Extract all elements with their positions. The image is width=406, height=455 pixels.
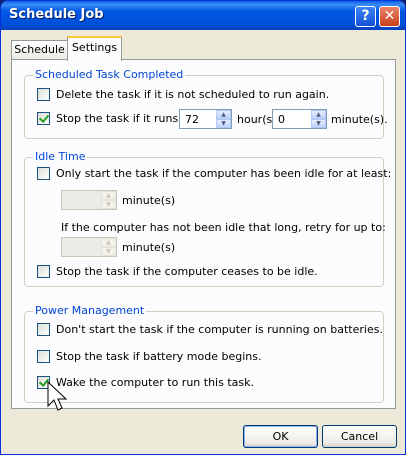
window-title: Schedule Job xyxy=(9,7,104,22)
idle-minutes-spin[interactable]: ▲ ▼ xyxy=(101,191,116,209)
delete-task-checkbox[interactable] xyxy=(37,88,50,101)
wake-computer-option[interactable]: Wake the computer to run this task. xyxy=(37,376,254,389)
minutes-unit-label: minute(s). xyxy=(331,113,388,126)
spin-up-icon[interactable]: ▲ xyxy=(311,110,326,119)
group-legend: Idle Time xyxy=(33,150,88,163)
hours-unit-label: hour(s) xyxy=(237,113,277,126)
spin-up-icon[interactable]: ▲ xyxy=(216,110,231,119)
wake-computer-label: Wake the computer to run this task. xyxy=(56,376,254,389)
stop-task-checkbox[interactable] xyxy=(37,112,50,125)
minutes-stepper[interactable]: 0 ▲ ▼ xyxy=(272,109,327,129)
retry-text: If the computer has not been idle that l… xyxy=(61,221,386,234)
group-legend: Power Management xyxy=(33,304,147,317)
title-bar[interactable]: Schedule Job ? ✕ xyxy=(1,1,405,30)
stop-if-not-idle-option[interactable]: Stop the task if the computer ceases to … xyxy=(37,265,318,278)
retry-minutes-spin[interactable]: ▲ ▼ xyxy=(101,238,116,256)
retry-minutes-unit: minute(s) xyxy=(122,241,176,254)
spin-up-icon[interactable]: ▲ xyxy=(101,238,116,247)
idle-minutes-unit: minute(s) xyxy=(122,194,176,207)
cancel-button[interactable]: Cancel xyxy=(322,425,397,448)
retry-minutes-stepper[interactable]: ▲ ▼ xyxy=(61,237,117,257)
scheduled-task-completed-group: Scheduled Task Completed xyxy=(24,68,384,139)
delete-task-option[interactable]: Delete the task if it is not scheduled t… xyxy=(37,88,329,101)
hours-spin[interactable]: ▲ ▼ xyxy=(216,110,231,128)
spin-down-icon[interactable]: ▼ xyxy=(216,119,231,128)
only-start-idle-checkbox[interactable] xyxy=(37,167,50,180)
only-start-idle-label: Only start the task if the computer has … xyxy=(56,167,392,180)
dont-start-batteries-option[interactable]: Don't start the task if the computer is … xyxy=(37,323,383,336)
ok-button[interactable]: OK xyxy=(243,425,318,448)
spin-down-icon[interactable]: ▼ xyxy=(311,119,326,128)
mouse-cursor-icon xyxy=(47,381,67,411)
stop-if-not-idle-label: Stop the task if the computer ceases to … xyxy=(56,265,318,278)
hours-value: 72 xyxy=(185,113,199,126)
dont-start-batteries-checkbox[interactable] xyxy=(37,323,50,336)
idle-minutes-stepper[interactable]: ▲ ▼ xyxy=(61,190,117,210)
close-button[interactable]: ✕ xyxy=(379,6,400,27)
tab-settings[interactable]: Settings xyxy=(67,36,122,61)
delete-task-label: Delete the task if it is not scheduled t… xyxy=(56,88,330,101)
stop-battery-mode-label: Stop the task if battery mode begins. xyxy=(56,350,262,363)
spin-down-icon[interactable]: ▼ xyxy=(101,247,116,256)
stop-battery-mode-checkbox[interactable] xyxy=(37,350,50,363)
minutes-value: 0 xyxy=(278,113,285,126)
schedule-job-dialog: Schedule Job ? ✕ Schedule Settings Sched… xyxy=(0,0,406,455)
spin-down-icon[interactable]: ▼ xyxy=(101,200,116,209)
dont-start-batteries-label: Don't start the task if the computer is … xyxy=(56,323,383,336)
only-start-idle-option[interactable]: Only start the task if the computer has … xyxy=(37,167,391,180)
group-legend: Scheduled Task Completed xyxy=(33,68,186,81)
minutes-spin[interactable]: ▲ ▼ xyxy=(311,110,326,128)
help-button[interactable]: ? xyxy=(355,6,376,27)
stop-if-not-idle-checkbox[interactable] xyxy=(37,265,50,278)
spin-up-icon[interactable]: ▲ xyxy=(101,191,116,200)
tab-schedule[interactable]: Schedule xyxy=(11,40,68,60)
hours-stepper[interactable]: 72 ▲ ▼ xyxy=(179,109,232,129)
stop-task-option[interactable]: Stop the task if it runs for: xyxy=(37,112,200,125)
stop-battery-mode-option[interactable]: Stop the task if battery mode begins. xyxy=(37,350,261,363)
